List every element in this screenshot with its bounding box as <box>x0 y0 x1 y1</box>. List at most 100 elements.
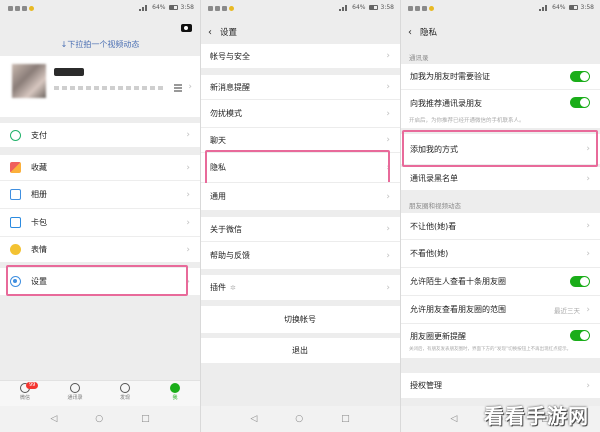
status-bar: 64% 3:58 <box>200 0 400 18</box>
page-title: 设置 <box>220 28 238 38</box>
settings-item-account-security[interactable]: 帐号与安全 › <box>200 44 400 68</box>
tab-label: 通讯录 <box>67 395 83 401</box>
back-triangle-icon[interactable]: ◁ <box>250 414 257 424</box>
page-title: 隐私 <box>420 28 438 38</box>
add-methods-highlight-box <box>402 130 598 167</box>
plugin-icon: ✲ <box>230 283 236 292</box>
chevron-right-icon: › <box>386 282 390 293</box>
back-arrow-icon[interactable]: ‹ <box>208 27 212 38</box>
logout-label: 退出 <box>292 346 308 355</box>
visible-range-row[interactable]: 允许朋友查看朋友圈的范围 最近三天 › <box>400 296 600 323</box>
tab-label: 我 <box>172 395 178 401</box>
dont-see-row[interactable]: 不看他(她) › <box>400 240 600 267</box>
chevron-right-icon: › <box>188 82 192 92</box>
avatar[interactable] <box>12 64 46 98</box>
blacklist-label: 通讯录黑名单 <box>410 174 458 183</box>
contacts-icon <box>70 383 80 393</box>
verify-friend-request-row: 加我为朋友时需要验证 <box>400 64 600 89</box>
settings-highlight-box <box>6 265 188 296</box>
unread-badge: 99 <box>26 382 39 389</box>
settings-item-about[interactable]: 关于微信 › <box>200 217 400 241</box>
back-arrow-icon[interactable]: ‹ <box>408 27 412 38</box>
qr-code-icon[interactable] <box>174 84 182 92</box>
chevron-right-icon: › <box>586 380 590 391</box>
tab-discover[interactable]: 发现 <box>100 381 150 406</box>
strangers-ten-toggle[interactable] <box>570 276 590 287</box>
recommend-note: 开启后，为你推荐已经开通微信的手机联系人。 <box>409 118 525 124</box>
menu-item-label: 卡包 <box>31 218 47 227</box>
tab-label: 发现 <box>119 395 130 401</box>
moments-remind-row: 朋友圈更新提醒 <box>400 324 600 358</box>
battery-percent: 64% <box>552 4 566 11</box>
me-screen: 64% 3:58 ↓下拉拍一个视频动态 › 支付 › 收藏 › 相册 › 卡包 … <box>0 0 200 432</box>
back-triangle-icon[interactable]: ◁ <box>450 414 457 424</box>
tab-me[interactable]: 我 <box>150 381 200 406</box>
authorization-management-row[interactable]: 授权管理 › <box>400 373 600 398</box>
tab-contacts[interactable]: 通讯录 <box>50 381 100 406</box>
chevron-right-icon: › <box>386 82 390 92</box>
chevron-right-icon: › <box>386 108 390 119</box>
logout-button[interactable]: 退出 <box>200 338 400 363</box>
menu-item-stickers[interactable]: 表情 › <box>0 237 200 262</box>
notification-icons <box>408 6 434 11</box>
settings-item-label: 通用 <box>210 192 226 201</box>
settings-item-chat[interactable]: 聊天 › <box>200 128 400 152</box>
chevron-right-icon: › <box>186 130 190 140</box>
settings-item-help-feedback[interactable]: 帮助与反馈 › <box>200 242 400 269</box>
chevron-right-icon: › <box>386 51 390 61</box>
dont-see-label: 不看他(她) <box>410 249 449 258</box>
moments-remind-toggle[interactable] <box>570 330 590 341</box>
privacy-header: ‹ 隐私 <box>400 20 600 44</box>
settings-item-general[interactable]: 通用 › <box>200 183 400 210</box>
menu-item-label: 支付 <box>31 130 47 140</box>
settings-screen: 64% 3:58 ‹ 设置 帐号与安全 › 新消息提醒 › 勿扰模式 › 聊天 … <box>200 0 400 432</box>
settings-item-plugins[interactable]: 插件 ✲ › <box>200 275 400 300</box>
person-icon <box>170 383 180 393</box>
signal-icon <box>139 4 149 11</box>
settings-item-label: 聊天 <box>210 135 226 145</box>
wechat-id <box>54 86 164 90</box>
contacts-blacklist-row[interactable]: 通讯录黑名单 › <box>400 167 600 190</box>
visible-range-label: 允许朋友查看朋友圈的范围 <box>410 305 506 314</box>
menu-item-pay[interactable]: 支付 › <box>0 123 200 147</box>
notification-icons <box>208 6 234 11</box>
home-circle-icon[interactable]: ○ <box>95 414 103 424</box>
hide-from-row[interactable]: 不让他(她)看 › <box>400 213 600 239</box>
menu-item-album[interactable]: 相册 › <box>0 181 200 208</box>
switch-account-button[interactable]: 切换帐号 <box>200 306 400 333</box>
verify-toggle[interactable] <box>570 71 590 82</box>
notification-icons <box>8 6 34 11</box>
system-nav-bar: ◁ ○ □ <box>200 406 400 432</box>
recents-square-icon[interactable]: □ <box>341 414 350 424</box>
chevron-right-icon: › <box>386 135 390 145</box>
section-header-moments: 朋友圈和视频动态 <box>409 202 461 210</box>
verify-label: 加我为朋友时需要验证 <box>410 72 490 81</box>
chevron-right-icon: › <box>186 162 190 173</box>
pull-down-video-tip[interactable]: ↓下拉拍一个视频动态 <box>0 39 200 50</box>
status-bar: 64% 3:58 <box>0 0 200 18</box>
recents-square-icon[interactable]: □ <box>141 414 150 424</box>
site-watermark: 看看手游网 <box>484 404 589 428</box>
chevron-right-icon: › <box>186 189 190 200</box>
panel-divider <box>200 0 201 432</box>
strangers-ten-posts-row: 允许陌生人查看十条朋友圈 <box>400 268 600 295</box>
chevron-right-icon: › <box>586 173 590 184</box>
settings-item-new-message-alerts[interactable]: 新消息提醒 › <box>200 75 400 99</box>
menu-item-card-wallet[interactable]: 卡包 › <box>0 209 200 236</box>
settings-item-do-not-disturb[interactable]: 勿扰模式 › <box>200 100 400 127</box>
battery-icon <box>368 5 378 10</box>
recommend-toggle[interactable] <box>570 97 590 108</box>
profile-card[interactable]: › <box>0 56 200 117</box>
settings-item-label: 勿扰模式 <box>210 109 242 118</box>
chevron-right-icon: › <box>186 244 190 255</box>
compass-icon <box>120 383 130 393</box>
home-circle-icon[interactable]: ○ <box>295 414 303 424</box>
clock: 3:58 <box>180 4 194 11</box>
chevron-right-icon: › <box>186 217 190 228</box>
pay-icon <box>10 129 21 141</box>
menu-item-favorites[interactable]: 收藏 › <box>0 155 200 180</box>
back-triangle-icon[interactable]: ◁ <box>50 414 57 424</box>
panel-divider <box>400 0 401 432</box>
tab-chats[interactable]: 微信 99 <box>0 381 50 406</box>
camera-icon[interactable] <box>181 24 192 32</box>
